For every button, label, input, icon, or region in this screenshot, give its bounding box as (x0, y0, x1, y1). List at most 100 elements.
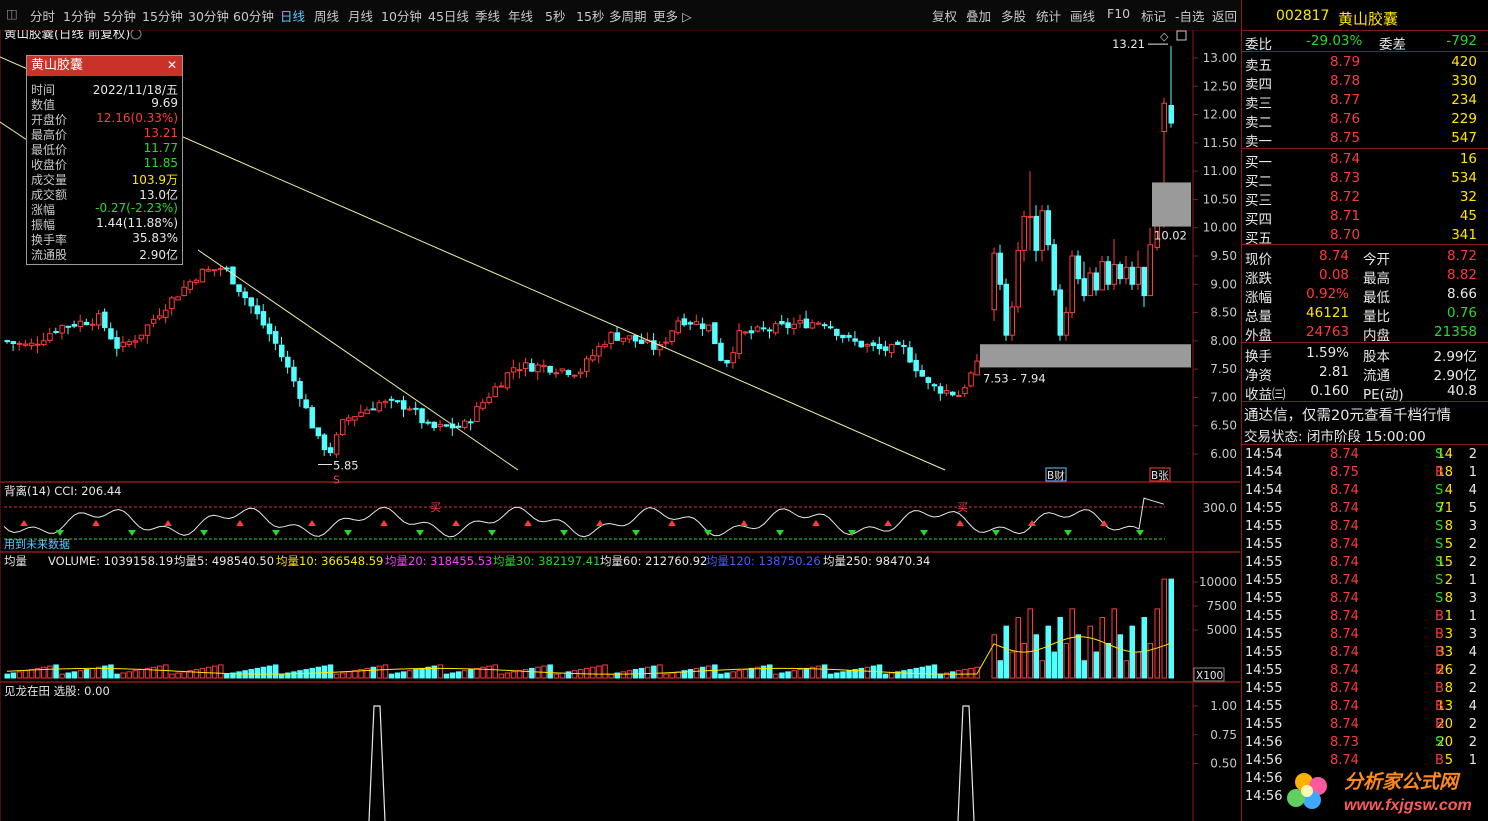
cci-buy-label: 买 (957, 501, 968, 514)
bid-row: 买二 8.73 534 (1245, 170, 1477, 190)
candle-body (1003, 283, 1009, 336)
volume-bar (486, 665, 492, 679)
period-16[interactable]: 更多 ▷ (653, 6, 692, 25)
candle-body (1009, 306, 1015, 336)
period-15[interactable]: 多周期 (609, 6, 647, 25)
cci-sell-arrow (560, 530, 568, 536)
period-5[interactable]: 60分钟 (233, 6, 274, 25)
candle-body (1027, 215, 1033, 218)
volume-bar (797, 669, 803, 679)
price-tick-label: 9.50 (1210, 249, 1237, 263)
tick-row: 14:55 8.74 8 S 3 (1245, 591, 1477, 606)
candle-body (821, 324, 828, 327)
candle-body (718, 342, 724, 361)
chart-area[interactable]: 13.00 12.50 12.00 11.50 11.00 10.50 10.00 9.50 9… (0, 30, 1240, 821)
period-10[interactable]: 45日线 (428, 6, 469, 25)
close-icon[interactable]: ✕ (167, 58, 177, 72)
volume-bar (785, 671, 791, 679)
info-row: 最高价 13.21 (31, 126, 178, 142)
cci-sell-arrow (344, 530, 352, 536)
candle-body (632, 335, 639, 342)
panel-toggle-icon (1176, 30, 1187, 41)
candle-body (547, 365, 553, 373)
candle-body (327, 447, 334, 454)
candle-body (754, 326, 761, 332)
volume-bar (1015, 617, 1021, 679)
volume-bar (516, 670, 523, 679)
period-7[interactable]: 周线 (314, 6, 339, 25)
volume-bar (492, 664, 498, 679)
volume-bar (138, 669, 145, 679)
candle-body (895, 341, 901, 345)
candle-body (218, 268, 224, 271)
cci-sell-arrow (128, 530, 136, 536)
volume-bar (779, 672, 785, 679)
volume-bar (791, 670, 797, 679)
gap-box-upper (1152, 182, 1191, 227)
volume-bar (71, 671, 78, 679)
volume-bar (1154, 608, 1160, 679)
cci-buy-arrow (1028, 520, 1036, 526)
period-14[interactable]: 15秒 (576, 6, 604, 25)
tick-row: 14:54 8.75 18 B 1 (1245, 465, 1477, 480)
period-6[interactable]: 日线 (280, 6, 305, 25)
volume-bar (340, 672, 346, 679)
tool-2[interactable]: 多股 (1001, 6, 1026, 25)
period-1[interactable]: 1分钟 (63, 6, 96, 25)
tool-5[interactable]: F10 (1107, 6, 1130, 21)
volume-bar (114, 673, 120, 679)
candle-body (169, 297, 175, 310)
volume-bar (59, 673, 65, 679)
candle-body (797, 319, 803, 324)
gap-lower-label: 7.53 - 7.94 (983, 371, 1046, 385)
toolbar-left-icon[interactable]: ◫ (6, 6, 18, 21)
tool-6[interactable]: 标记 (1141, 6, 1166, 25)
candle-body (907, 347, 913, 363)
period-11[interactable]: 季线 (475, 6, 500, 25)
candle-body (516, 369, 523, 372)
period-3[interactable]: 15分钟 (142, 6, 183, 25)
period-12[interactable]: 年线 (508, 6, 533, 25)
tool-4[interactable]: 画线 (1070, 6, 1095, 25)
candle-body (35, 343, 41, 346)
candle-body (492, 386, 498, 398)
volume-bar (773, 673, 779, 679)
notice-row[interactable]: 通达信，仅需20元查看千档行情 (1242, 403, 1488, 424)
volume-bar (193, 669, 200, 679)
candle-body (724, 360, 730, 364)
stat-row: 涨幅 0.92% 最低 8.66 (1245, 286, 1477, 306)
candle-body (260, 311, 267, 326)
tick-row: 14:55 8.74 8 B 2 (1245, 681, 1477, 696)
period-8[interactable]: 月线 (348, 6, 373, 25)
candle-body (47, 333, 53, 342)
candle-body (889, 343, 895, 354)
price-tick-label: 11.50 (1203, 136, 1237, 150)
tool-7[interactable]: -自选 (1175, 6, 1205, 25)
period-9[interactable]: 10分钟 (381, 6, 422, 25)
volume-bar (1161, 578, 1167, 679)
cci-sell-arrow (632, 530, 640, 536)
candle-body (1093, 272, 1099, 291)
volume-bar (1099, 617, 1105, 679)
period-2[interactable]: 5分钟 (103, 6, 136, 25)
signal-spike (957, 705, 975, 821)
candle-body (1105, 261, 1111, 285)
volume-bar (767, 664, 773, 679)
candle-body (1021, 215, 1027, 251)
tool-1[interactable]: 叠加 (966, 6, 991, 25)
tick-row: 14:55 8.74 33 B 4 (1245, 645, 1477, 660)
tool-8[interactable]: 返回 (1212, 6, 1237, 25)
tool-0[interactable]: 复权 (932, 6, 957, 25)
cci-sell-arrow (1064, 530, 1072, 536)
logo-line1: 分析家公式网 (1344, 771, 1461, 793)
period-0[interactable]: 分时 (30, 6, 55, 25)
period-4[interactable]: 30分钟 (188, 6, 229, 25)
cci-buy-arrow (740, 520, 748, 526)
volume-bar (169, 673, 175, 679)
price-tick-label: 12.00 (1203, 108, 1237, 122)
trade-status-row: 交易状态: 闭市阶段 15:00:00 (1244, 429, 1426, 445)
bar-info-popup: 黄山胶囊 ✕ 时间 2022/11/18/五 数值 9.69 开盘价 12.16(0.33… (26, 55, 183, 265)
period-13[interactable]: 5秒 (545, 6, 565, 25)
bid-row: 买三 8.72 32 (1245, 189, 1477, 209)
tool-3[interactable]: 统计 (1036, 6, 1061, 25)
